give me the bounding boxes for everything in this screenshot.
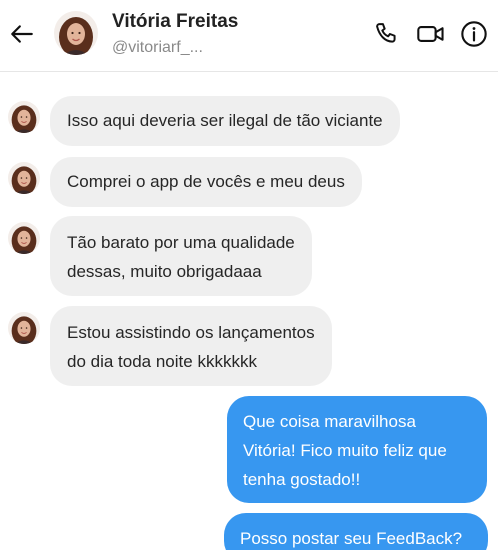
sender-avatar[interactable]: [8, 162, 40, 194]
sender-avatar[interactable]: [8, 222, 40, 254]
chat-header: Vitória Freitas @vitoriarf_...: [0, 0, 498, 72]
incoming-message[interactable]: Tão barato por uma qualidade dessas, mui…: [50, 216, 312, 296]
phone-icon: [376, 23, 396, 43]
incoming-message[interactable]: Estou assistindo os lançamentos do dia t…: [50, 306, 332, 386]
video-camera-icon: [417, 26, 444, 42]
incoming-message[interactable]: Comprei o app de vocês e meu deus: [50, 157, 362, 207]
outgoing-message[interactable]: Posso postar seu FeedBack?: [224, 513, 488, 550]
contact-name[interactable]: Vitória Freitas: [112, 11, 238, 33]
call-button[interactable]: [372, 19, 402, 49]
sender-avatar[interactable]: [8, 312, 40, 344]
back-button[interactable]: [6, 18, 38, 50]
video-call-button[interactable]: [416, 19, 446, 49]
contact-avatar[interactable]: [54, 11, 98, 55]
arrow-left-icon: [11, 25, 33, 43]
info-icon: [461, 21, 487, 47]
incoming-message[interactable]: Isso aqui deveria ser ilegal de tão vici…: [50, 96, 400, 146]
outgoing-message[interactable]: Que coisa maravilhosa Vitória! Fico muit…: [227, 396, 487, 503]
info-button[interactable]: [459, 19, 489, 49]
chat-screen: Vitória Freitas @vitoriarf_... Isso aqui…: [0, 0, 498, 550]
contact-handle: @vitoriarf_...: [112, 39, 203, 56]
sender-avatar[interactable]: [8, 101, 40, 133]
